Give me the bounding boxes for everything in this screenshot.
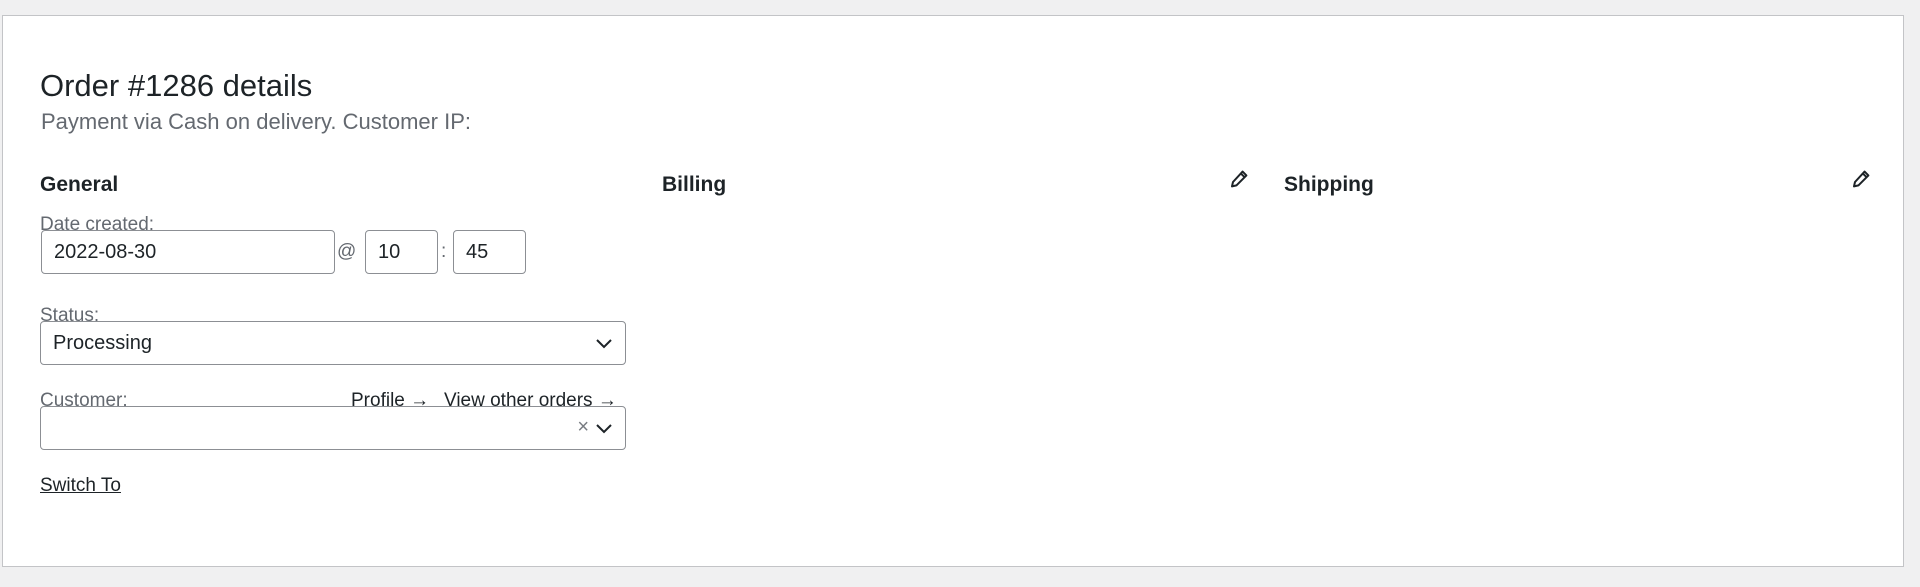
shipping-heading: Shipping xyxy=(1284,173,1374,196)
order-details-panel: Order #1286 details Payment via Cash on … xyxy=(2,15,1904,567)
status-select[interactable]: Processing xyxy=(40,321,626,365)
chevron-down-icon xyxy=(596,424,612,434)
clear-customer-icon[interactable]: × xyxy=(577,417,589,437)
edit-shipping-pencil-icon[interactable] xyxy=(1851,169,1871,189)
page-title: Order #1286 details xyxy=(40,68,313,103)
date-created-input[interactable]: 2022-08-30 xyxy=(41,230,335,274)
at-separator: @ xyxy=(337,241,357,262)
customer-select[interactable]: × xyxy=(40,406,626,450)
edit-billing-pencil-icon[interactable] xyxy=(1229,169,1249,189)
status-value: Processing xyxy=(53,332,152,354)
hour-input[interactable]: 10 xyxy=(365,230,438,274)
switch-to-link[interactable]: Switch To xyxy=(40,474,121,498)
chevron-down-icon xyxy=(596,339,612,349)
billing-heading: Billing xyxy=(662,173,727,196)
minute-input[interactable]: 45 xyxy=(453,230,526,274)
colon-separator: : xyxy=(441,241,447,262)
payment-info: Payment via Cash on delivery. Customer I… xyxy=(41,109,471,134)
general-heading: General xyxy=(40,173,119,196)
